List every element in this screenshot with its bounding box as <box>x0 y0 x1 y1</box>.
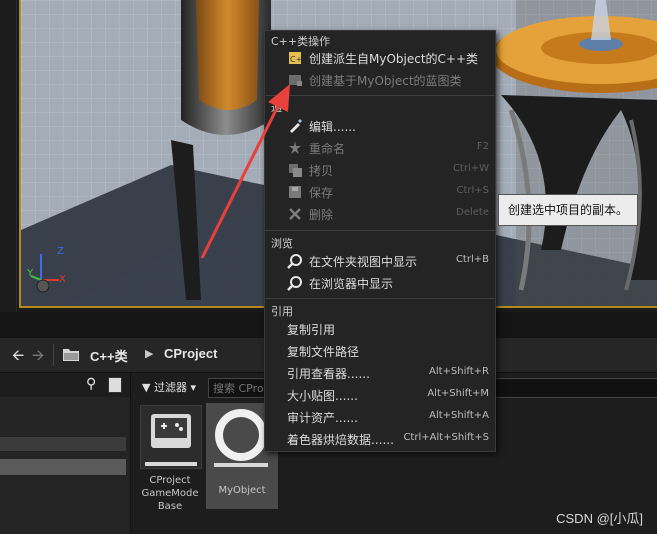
asset-label-line: GameMode <box>141 488 199 499</box>
menu-item-reference-viewer[interactable]: 引用查看器...... Alt+Shift+R <box>265 363 495 383</box>
menu-item-label: 复制引用 <box>287 323 336 337</box>
menu-item-copy-file-path[interactable]: 复制文件路径 <box>265 341 495 361</box>
asset-label-gamemode: CProject GameMode Base <box>136 474 204 513</box>
menu-item-label: 拷贝 <box>309 164 334 178</box>
menu-item-label: 编辑...... <box>309 120 356 134</box>
menu-item-label: 审计资产...... <box>287 411 358 425</box>
search-icon <box>287 276 302 291</box>
asset-label-myobject: MyObject <box>218 485 266 496</box>
menu-item-label: 大小贴图...... <box>287 389 358 403</box>
menu-item-shortcut: Ctrl+Alt+Shift+S <box>403 432 489 443</box>
menu-item-label: 重命名 <box>309 142 346 156</box>
watermark: CSDN @[小瓜] <box>556 511 643 526</box>
axis-z-label: Z <box>57 246 64 257</box>
menu-item-audit-assets[interactable]: 审计资产...... Alt+Shift+A <box>265 407 495 427</box>
asset-label-line: CProject <box>149 475 191 486</box>
back-arrow-icon[interactable]: 🡨 <box>12 345 24 370</box>
asset-label-line: Base <box>157 501 183 512</box>
axis-gizmo-icon <box>30 254 59 293</box>
viewport-side-strip <box>0 0 17 312</box>
asset-thumbnail <box>140 405 202 469</box>
menu-item-copy-reference[interactable]: 复制引用 <box>265 319 495 339</box>
menu-section-references: 引用 <box>271 305 293 318</box>
menu-item-label: 着色器烘焙数据...... <box>287 433 394 447</box>
menu-item-label: 引用查看器...... <box>287 367 370 381</box>
filter-label: 过滤器 <box>153 381 187 394</box>
menu-item-shortcut: Delete <box>456 207 489 218</box>
tooltip: 创建选中项目的副本。 <box>498 194 638 226</box>
menu-item-shortcut: Ctrl+B <box>455 254 489 265</box>
search-icon[interactable]: ⚲ <box>86 376 96 392</box>
menu-item-label: 复制文件路径 <box>287 345 360 359</box>
annotation-arrow-icon <box>200 84 290 259</box>
filter-icon: ▼ <box>142 381 151 394</box>
menu-item-shortcut: F2 <box>476 141 489 152</box>
menu-item-shader-cook-data[interactable]: 着色器烘焙数据...... Ctrl+Alt+Shift+S <box>265 429 495 449</box>
axis-x-label: X <box>59 274 66 285</box>
breadcrumb-folder[interactable]: C++类 <box>90 346 128 365</box>
source-tree-panel: ⚲ <box>0 373 131 534</box>
chevron-down-icon: ▾ <box>190 381 196 394</box>
menu-item-size-map[interactable]: 大小贴图...... Alt+Shift+M <box>265 385 495 405</box>
gamepad-icon <box>145 414 197 466</box>
svg-text:C++: C++ <box>290 55 303 64</box>
cpp-class-icon: C++ <box>289 52 303 64</box>
asset-tile-gamemode[interactable]: CProject GameMode Base <box>136 403 208 513</box>
tree-row-selected[interactable] <box>0 459 126 475</box>
menu-section-cpp: C++类操作 <box>271 35 331 48</box>
axis-y-label: Y <box>27 268 34 279</box>
menu-item-shortcut: Ctrl+W <box>452 163 489 174</box>
menu-item-shortcut: Alt+Shift+A <box>429 410 489 421</box>
menu-item-label: 在浏览器中显示 <box>309 277 394 291</box>
forward-arrow-icon[interactable]: 🡪 <box>32 345 44 370</box>
breadcrumb-project[interactable]: CProject <box>164 346 217 361</box>
menu-item-shortcut: Ctrl+S <box>456 185 489 196</box>
menu-item-label: 保存 <box>309 186 334 200</box>
path-divider <box>53 344 54 366</box>
menu-item-create-cpp-class[interactable]: C++ 创建派生自MyObject的C++类 <box>265 48 495 68</box>
tree-row[interactable] <box>0 437 126 451</box>
object-ring-icon <box>214 409 268 467</box>
filter-button[interactable]: ▼ 过滤器 ▾ <box>138 379 200 397</box>
view-options-icon[interactable] <box>108 377 122 393</box>
menu-item-show-in-explorer[interactable]: 在浏览器中显示 <box>265 273 495 293</box>
menu-separator <box>265 298 495 299</box>
axis-gizmo: Z X Y <box>27 244 77 294</box>
menu-item-label: 创建派生自MyObject的C++类 <box>309 52 479 66</box>
menu-item-label: 创建基于MyObject的蓝图类 <box>309 74 462 88</box>
menu-item-label: 在文件夹视图中显示 <box>309 255 418 269</box>
folder-icon <box>63 349 79 361</box>
menu-item-shortcut: Alt+Shift+R <box>429 366 489 377</box>
menu-item-label: 删除 <box>309 208 334 222</box>
asset-thumbnail <box>210 405 272 467</box>
breadcrumb-chevron-icon: ▶ <box>145 347 154 360</box>
menu-item-shortcut: Alt+Shift+M <box>427 388 489 399</box>
